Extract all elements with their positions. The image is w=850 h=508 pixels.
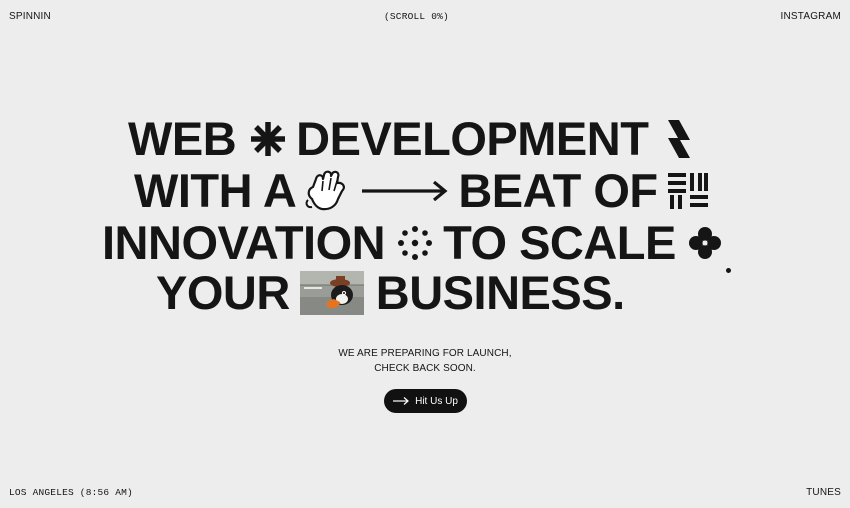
- headline-word-business: BUSINESS.: [375, 266, 625, 319]
- location-time: LOS ANGELES (8:56 AM): [9, 487, 133, 498]
- lightning-bolt-icon: [666, 118, 692, 160]
- headline-word-with-a: WITH A: [134, 164, 297, 217]
- headline-word-beat-of: BEAT OF: [458, 164, 658, 217]
- arrow-right-icon: [393, 397, 410, 405]
- headline-word-to-scale: TO SCALE: [443, 216, 676, 269]
- launch-message-line-1: WE ARE PREPARING FOR LAUNCH,: [338, 348, 512, 359]
- hit-us-up-button[interactable]: Hit Us Up: [384, 389, 467, 413]
- hit-us-up-label: Hit Us Up: [415, 395, 458, 407]
- logo[interactable]: SPINNIN: [9, 11, 51, 22]
- stripes-grid-icon: [667, 171, 708, 211]
- instagram-link[interactable]: INSTAGRAM: [780, 11, 841, 22]
- headline-line-4: YOUR BUSINESS.: [156, 268, 625, 318]
- clover-icon: [688, 226, 722, 260]
- headline-line-1: WEB DEVELOPMENT: [128, 114, 692, 164]
- headline-word-your: YOUR: [156, 266, 290, 319]
- duck-image: [299, 271, 364, 315]
- asterisk-icon: [248, 119, 288, 159]
- scroll-indicator: (SCROLL 0%): [384, 11, 449, 22]
- long-arrow-right-icon: [362, 181, 448, 201]
- launch-message-line-2: CHECK BACK SOON.: [374, 363, 476, 374]
- dot-circle-icon: [397, 225, 433, 261]
- headline-word-development: DEVELOPMENT: [296, 112, 649, 165]
- headline-word-web: WEB: [128, 112, 237, 165]
- headline-word-innovation: INNOVATION: [102, 216, 386, 269]
- tunes-link[interactable]: TUNES: [806, 487, 841, 498]
- clover-dot: [726, 268, 731, 273]
- headline-line-3: INNOVATION TO SCALE: [102, 218, 722, 268]
- cartoon-glove-icon: [304, 169, 350, 213]
- headline-line-2: WITH A BEAT OF: [134, 166, 708, 216]
